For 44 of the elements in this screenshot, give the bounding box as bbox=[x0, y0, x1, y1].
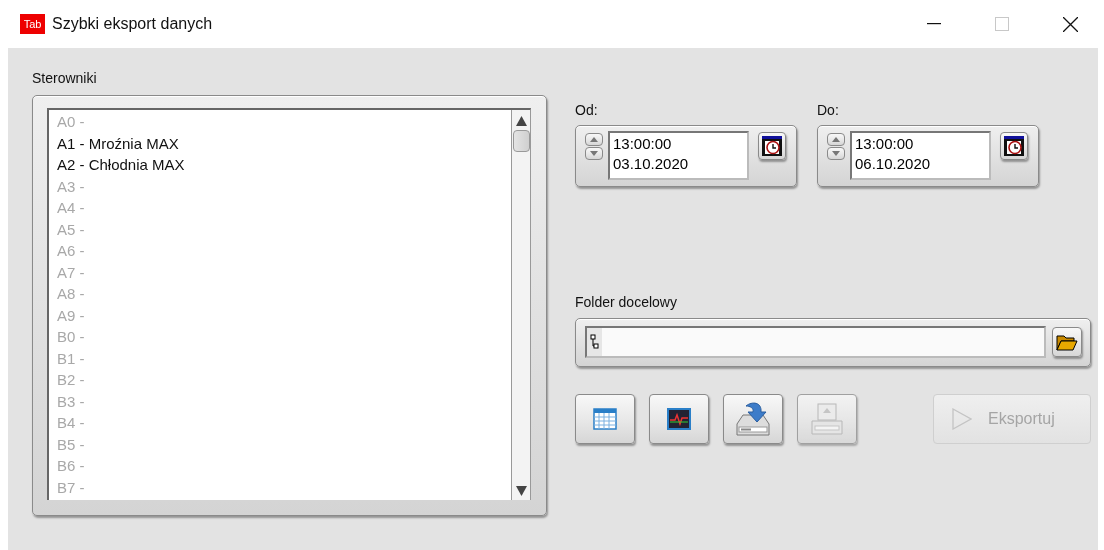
datetime-field[interactable]: 13:00:00 03.10.2020 bbox=[608, 131, 749, 180]
folder-path-field[interactable] bbox=[585, 326, 1046, 358]
chart-button[interactable] bbox=[649, 394, 709, 444]
app-logo: Tab bbox=[20, 14, 45, 34]
time-text: 13:00:00 bbox=[613, 134, 673, 154]
field-label: Od: bbox=[575, 102, 599, 120]
field-label: Do: bbox=[817, 102, 840, 120]
datetime-field[interactable]: 13:00:00 06.10.2020 bbox=[850, 131, 991, 180]
date-text: 03.10.2020 bbox=[613, 154, 690, 174]
decrement-button[interactable] bbox=[827, 147, 845, 160]
time-text: 13:00:00 bbox=[855, 134, 915, 154]
scroll-down-icon[interactable] bbox=[515, 486, 527, 496]
tray-upload-icon bbox=[808, 400, 846, 438]
tray-download-icon bbox=[734, 400, 772, 438]
close-icon[interactable] bbox=[1062, 16, 1078, 32]
table-icon bbox=[593, 408, 617, 430]
down-arrow-icon bbox=[832, 151, 840, 156]
list-label: Sterowniki bbox=[32, 70, 98, 88]
import-button[interactable] bbox=[723, 394, 783, 444]
calendar-button[interactable] bbox=[758, 132, 786, 160]
increment-button[interactable] bbox=[827, 133, 845, 146]
list-item[interactable]: A2 - Chłodnia MAX bbox=[57, 154, 511, 176]
browse-button[interactable] bbox=[1052, 327, 1082, 357]
field-label: Folder docelowy bbox=[575, 294, 678, 312]
down-arrow-icon bbox=[590, 151, 598, 156]
heartbeat-monitor-icon bbox=[667, 408, 691, 430]
up-arrow-icon bbox=[590, 137, 598, 142]
path-icon bbox=[590, 334, 599, 350]
calendar-button[interactable] bbox=[1000, 132, 1028, 160]
calendar-clock-icon bbox=[1004, 136, 1024, 156]
scrollbar-thumb[interactable] bbox=[512, 130, 530, 152]
calendar-clock-icon bbox=[762, 136, 782, 156]
up-arrow-icon bbox=[832, 137, 840, 142]
play-icon bbox=[952, 408, 972, 430]
table-button[interactable] bbox=[575, 394, 635, 444]
increment-button[interactable] bbox=[585, 133, 603, 146]
date-text: 06.10.2020 bbox=[855, 154, 932, 174]
window-title: Szybki eksport danych bbox=[52, 15, 213, 33]
minimize-icon[interactable] bbox=[927, 23, 941, 25]
decrement-button[interactable] bbox=[585, 147, 603, 160]
scroll-up-icon[interactable] bbox=[515, 116, 527, 126]
list-item[interactable]: A1 - Mroźnia MAX bbox=[57, 132, 511, 154]
scrollbar[interactable] bbox=[511, 110, 530, 500]
folder-icon bbox=[1056, 333, 1078, 351]
